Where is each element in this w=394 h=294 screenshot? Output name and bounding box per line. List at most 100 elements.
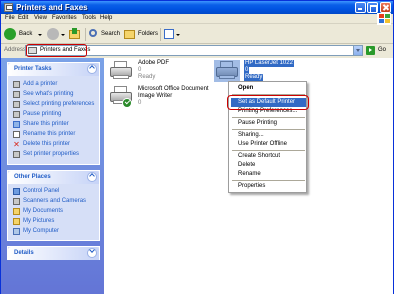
- place-label: Control Panel: [23, 188, 60, 194]
- menu-edit[interactable]: Edit: [18, 15, 28, 21]
- details-header[interactable]: Details: [8, 247, 99, 260]
- menu-item-sharing[interactable]: Sharing...: [238, 132, 264, 138]
- task-pane: Printer Tasks Add a printer See what's p…: [1, 58, 104, 294]
- other-places-panel: Other Places Control Panel Scanners and …: [7, 170, 100, 241]
- menu-separator: [232, 180, 305, 181]
- address-bar: Address Printers and Faxes Go: [1, 44, 393, 57]
- menu-separator: [232, 150, 305, 151]
- chevron-down-icon: [38, 34, 42, 38]
- set-default-annotation-outline: [227, 95, 309, 110]
- chevron-down-icon: [61, 34, 65, 38]
- details-panel: Details: [7, 246, 100, 260]
- toolbar: Back Search Folders: [1, 25, 393, 44]
- printer-adobe-pdf[interactable]: Adobe PDF 0 Ready: [108, 60, 198, 84]
- task-label: Select printing preferences: [23, 101, 95, 107]
- windows-logo-icon: [377, 13, 391, 25]
- task-label: Delete this printer: [23, 141, 71, 147]
- forward-arrow-icon: [47, 28, 59, 40]
- menu-bar: File Edit View Favorites Tools Help: [1, 14, 393, 24]
- printer-folder-icon: [4, 3, 13, 12]
- forward-button[interactable]: [47, 28, 67, 41]
- control-panel-icon: [13, 188, 20, 195]
- close-button[interactable]: [380, 2, 391, 13]
- scanner-icon: [13, 198, 20, 205]
- menu-item-create-shortcut[interactable]: Create Shortcut: [238, 153, 280, 159]
- views-button[interactable]: [164, 28, 182, 41]
- pictures-folder-icon: [13, 218, 20, 225]
- expand-chevron-icon[interactable]: [87, 248, 97, 258]
- default-printer-icon: [214, 60, 240, 82]
- go-button[interactable]: Go: [366, 46, 392, 56]
- views-grid-icon: [164, 29, 174, 39]
- collapse-chevron-icon[interactable]: [87, 64, 97, 74]
- printer-doc-count: 0: [138, 100, 142, 106]
- menu-item-use-offline[interactable]: Use Printer Offline: [238, 141, 287, 147]
- menu-item-open[interactable]: Open: [238, 85, 253, 91]
- title-bar[interactable]: Printers and Faxes: [1, 1, 393, 14]
- place-label: Scanners and Cameras: [23, 198, 87, 204]
- add-printer-icon: [13, 81, 20, 88]
- documents-folder-icon: [13, 208, 20, 215]
- address-dropdown-button[interactable]: [353, 46, 362, 55]
- place-label: My Pictures: [23, 218, 55, 224]
- default-printer-icon: [108, 85, 134, 108]
- go-label: Go: [378, 47, 387, 53]
- menu-item-properties[interactable]: Properties: [238, 183, 265, 189]
- toolbar-separator: [85, 28, 86, 41]
- computer-icon: [13, 228, 20, 235]
- place-label: My Computer: [23, 228, 60, 234]
- folders-icon: [124, 30, 135, 39]
- minimize-button[interactable]: [355, 2, 366, 13]
- back-button[interactable]: Back: [4, 28, 44, 41]
- default-checkmark-icon: [122, 98, 132, 108]
- delete-x-icon: ✕: [13, 140, 20, 149]
- printer-doc-count: 0: [244, 67, 250, 74]
- menu-help[interactable]: Help: [100, 15, 112, 21]
- menu-item-pause-printing[interactable]: Pause Printing: [238, 120, 277, 126]
- printer-status: Ready: [244, 74, 264, 81]
- task-label: See what's printing: [23, 91, 74, 97]
- printer-tasks-panel: Printer Tasks Add a printer See what's p…: [7, 62, 100, 165]
- menu-file[interactable]: File: [5, 15, 15, 21]
- menu-separator: [232, 129, 305, 130]
- back-label: Back: [19, 31, 33, 37]
- address-label: Address: [4, 47, 27, 53]
- printer-status: Ready: [138, 74, 156, 80]
- properties-icon: [13, 151, 20, 158]
- menu-item-rename[interactable]: Rename: [238, 171, 261, 177]
- print-queue-icon: [13, 91, 20, 98]
- go-arrow-icon: [366, 46, 375, 55]
- other-places-title: Other Places: [14, 174, 51, 180]
- chevron-down-icon: [176, 34, 180, 38]
- explorer-window: Printers and Faxes File Edit View Favori…: [0, 0, 394, 294]
- task-label: Set printer properties: [23, 151, 80, 157]
- up-folder-button[interactable]: [69, 28, 81, 41]
- task-label: Share this printer: [23, 121, 69, 127]
- window-title: Printers and Faxes: [16, 3, 88, 12]
- task-label: Add a printer: [23, 81, 58, 87]
- printer-name: Adobe PDF: [138, 60, 170, 66]
- task-label: Rename this printer: [23, 131, 76, 137]
- folders-button[interactable]: Folders: [124, 28, 159, 41]
- menu-item-delete[interactable]: Delete: [238, 162, 255, 168]
- search-label: Search: [101, 31, 121, 37]
- back-arrow-icon: [4, 28, 16, 40]
- up-arrow-icon: [72, 28, 77, 34]
- maximize-button[interactable]: [367, 2, 378, 13]
- menu-separator: [232, 117, 305, 118]
- menu-favorites[interactable]: Favorites: [52, 15, 77, 21]
- printer-name: HP LaserJet 1022: [244, 60, 294, 67]
- collapse-chevron-icon[interactable]: [87, 172, 97, 182]
- printer-icon: [108, 60, 134, 82]
- folders-label: Folders: [138, 31, 159, 37]
- search-icon: [89, 29, 97, 37]
- printer-doc-count: 0: [138, 67, 142, 73]
- pause-icon: [13, 111, 20, 118]
- search-button[interactable]: Search: [89, 28, 122, 41]
- menu-tools[interactable]: Tools: [82, 15, 96, 21]
- printer-ms-office-image-writer[interactable]: Microsoft Office Document Image Writer 0: [108, 85, 218, 111]
- menu-view[interactable]: View: [34, 15, 47, 21]
- printer-tasks-header[interactable]: Printer Tasks: [8, 63, 99, 76]
- other-places-header[interactable]: Other Places: [8, 171, 99, 184]
- printer-name: Microsoft Office Document: [138, 86, 209, 92]
